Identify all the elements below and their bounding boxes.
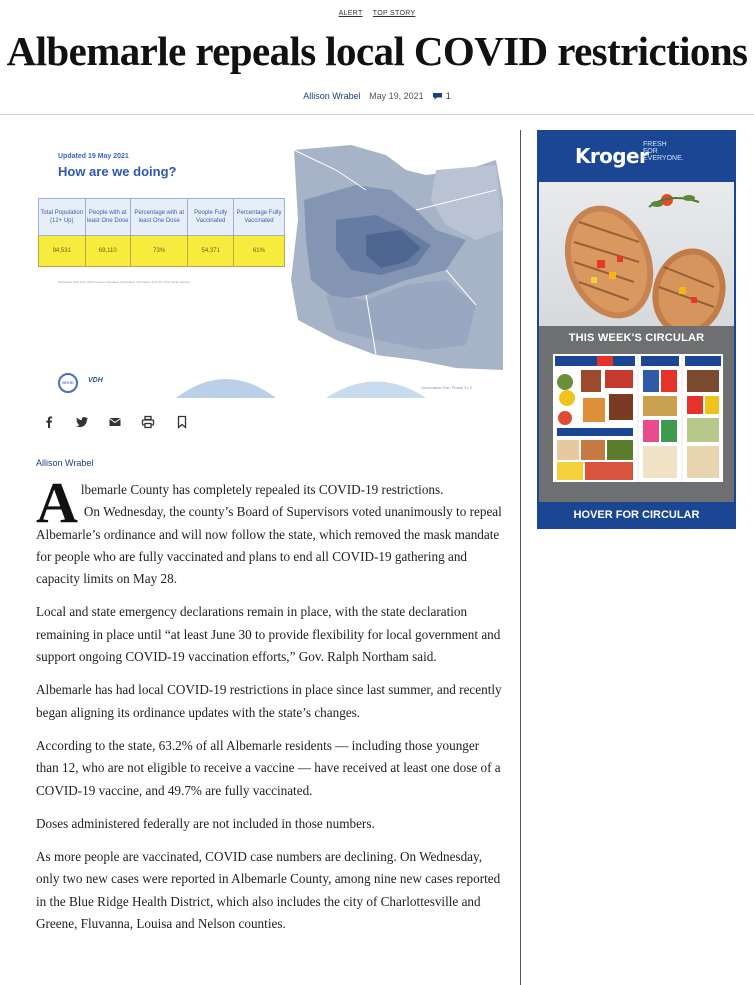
byline: Allison Wrabel May 19, 2021 1 <box>0 91 754 101</box>
facebook-icon[interactable] <box>42 415 60 433</box>
table-header-row: Total Population (12+ Up) People with at… <box>38 198 286 236</box>
drop-cap: A <box>36 470 78 535</box>
circular-preview <box>553 354 723 482</box>
table-cell: 61% <box>232 235 286 267</box>
slide-footer: Vaccination Plan Phase 3 | 3 <box>421 385 472 390</box>
table-row: 94,531 69,110 73% 54,371 61% <box>38 235 286 267</box>
paragraph-text: On Wednesday, the county’s Board of Supe… <box>36 504 502 587</box>
tag-top-story[interactable]: TOP STORY <box>373 10 416 17</box>
print-icon[interactable] <box>141 415 159 433</box>
ad-food-photo <box>539 182 734 326</box>
paragraph: As more people are vaccinated, COVID cas… <box>36 849 501 932</box>
table-header: Percentage with at least One Dose <box>129 198 189 236</box>
byline-date: May 19, 2021 <box>369 91 424 101</box>
paragraph: Albemarle County has completely repealed… <box>36 470 504 590</box>
vaccination-table: Total Population (12+ Up) People with at… <box>38 198 286 267</box>
ad-header: Kroger FRESH FOR EVERYONE. <box>539 132 734 182</box>
bookmark-icon[interactable] <box>175 415 193 433</box>
table-cell: 54,371 <box>187 235 234 267</box>
paragraph: Doses administered federally are not inc… <box>36 815 375 831</box>
slide-title: How are we doing? <box>58 164 177 179</box>
comments-link[interactable]: 1 <box>432 91 451 101</box>
table-cell: 94,531 <box>38 235 86 267</box>
article-body: Albemarle County has completely repealed… <box>36 470 504 946</box>
paragraph: Albemarle has had local COVID-19 restric… <box>36 682 502 720</box>
story-tags: ALERT TOP STORY <box>0 10 754 17</box>
tagline-line: EVERYONE. <box>643 155 684 162</box>
vdh-logo: VDH <box>88 377 103 384</box>
headline: Albemarle repeals local COVID restrictio… <box>6 28 748 74</box>
tagline-line: FOR <box>643 148 658 155</box>
kroger-ad[interactable]: Kroger FRESH FOR EVERYONE. THIS WEEK'S C… <box>537 130 736 529</box>
circular-title: THIS WEEK'S CIRCULAR <box>568 332 705 344</box>
ad-tagline: FRESH FOR EVERYONE. <box>643 141 684 162</box>
paragraph: According to the state, 63.2% of all Alb… <box>36 737 501 798</box>
tagline-line: FRESH <box>643 141 667 148</box>
kroger-logo: Kroger <box>575 144 649 168</box>
table-cell: 73% <box>129 235 189 267</box>
comment-icon <box>433 93 443 100</box>
column-divider <box>520 130 521 985</box>
tag-alert[interactable]: ALERT <box>339 10 363 17</box>
paragraph-text: lbemarle County has completely repealed … <box>80 482 444 497</box>
slide-updated-date: Updated 19 May 2021 <box>58 153 129 160</box>
header-divider <box>0 114 754 115</box>
hero-image[interactable]: Updated 19 May 2021 How are we doing? To… <box>36 130 503 398</box>
table-header: Percentage Fully Vaccinated <box>232 198 286 236</box>
slide-note: Population Data from 2019 Census estimat… <box>58 280 191 284</box>
byline-author-link[interactable]: Allison Wrabel <box>303 91 360 101</box>
table-header: People Fully Vaccinated <box>187 198 234 236</box>
table-cell: 69,110 <box>84 235 131 267</box>
hover-for-circular-button[interactable]: HOVER FOR CIRCULAR <box>539 504 734 527</box>
article-author-link[interactable]: Allison Wrabel <box>36 458 93 468</box>
brhd-logo: BRHD <box>58 373 78 393</box>
paragraph: Local and state emergency declarations r… <box>36 604 501 665</box>
table-header: Total Population (12+ Up) <box>38 198 86 236</box>
twitter-icon[interactable] <box>75 415 93 433</box>
comments-count: 1 <box>445 91 451 101</box>
table-header: People with at least One Dose <box>84 198 131 236</box>
circular-panel: THIS WEEK'S CIRCULAR <box>539 326 734 502</box>
email-icon[interactable] <box>108 415 126 433</box>
